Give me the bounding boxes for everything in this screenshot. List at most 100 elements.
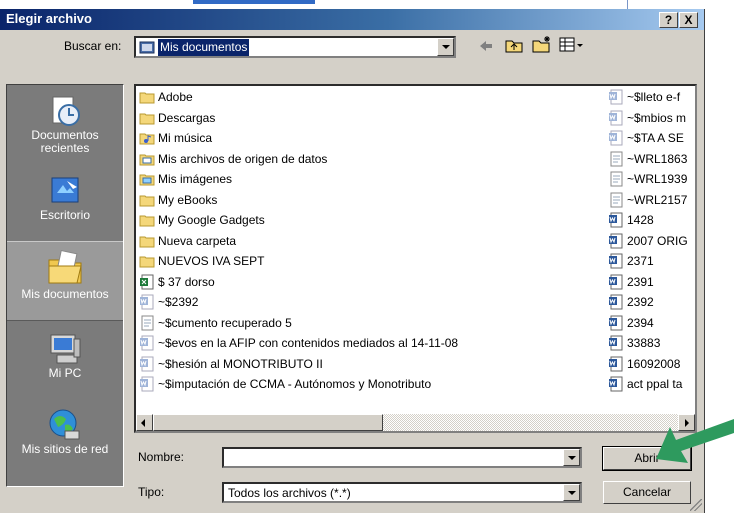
background-divider [627, 0, 628, 9]
file-item[interactable]: My eBooks [139, 191, 599, 209]
file-item[interactable]: ~$cumento recuperado 5 [139, 314, 599, 332]
file-name: 33883 [627, 336, 661, 350]
view-menu-icon[interactable] [559, 37, 585, 53]
title-bar[interactable]: Elegir archivo ? X [0, 9, 704, 30]
resize-grip[interactable] [690, 499, 702, 511]
folder-icon [139, 256, 155, 268]
folder-icon [139, 92, 155, 104]
place-my-documents[interactable]: Mis documentos [7, 241, 123, 321]
file-name: 2007 ORIG [627, 233, 688, 248]
scrollbar-thumb[interactable] [153, 414, 383, 431]
file-name: ~$cumento recuperado 5 [158, 315, 292, 330]
file-name: ~$imputación de CCMA - Autónomos y Monot… [158, 377, 432, 391]
close-button[interactable]: X [679, 12, 698, 28]
file-item[interactable]: 1428 [608, 211, 695, 229]
file-name: ~$hesión al MONOTRIBUTO II [158, 356, 323, 371]
file-item[interactable]: act ppal ta [608, 375, 695, 393]
file-name: 16092008 [627, 356, 681, 371]
file-item[interactable]: 2392 [608, 293, 695, 311]
file-list[interactable]: Adobe Descargas Mi música Mis archivos de o… [134, 84, 697, 433]
folder-icon [139, 215, 155, 227]
filename-dropdown-arrow[interactable] [563, 449, 580, 466]
file-item[interactable]: 2394 [608, 314, 695, 332]
file-name: ~$lleto e-f [627, 90, 681, 104]
places-bar: Documentos recientes Escritorio Mis docu… [6, 84, 124, 487]
text-icon [610, 192, 623, 207]
file-name: ~$evos en la AFIP con contenidos mediado… [158, 336, 459, 350]
filetype-dropdown[interactable]: Todos los archivos (*.*) [222, 482, 582, 503]
desktop-icon [51, 177, 79, 203]
file-name: ~WRL1863 [627, 151, 688, 166]
my-documents-small-icon [139, 41, 155, 54]
place-recent-documents[interactable]: Documentos recientes [7, 93, 123, 165]
cancel-button[interactable]: Cancelar [603, 481, 691, 504]
dialog-title: Elegir archivo [6, 11, 92, 26]
file-name: 2391 [627, 274, 654, 289]
file-name: 2394 [627, 315, 654, 330]
back-arrow-icon[interactable] [478, 39, 494, 53]
file-item[interactable]: ~$hesión al MONOTRIBUTO II [139, 355, 599, 373]
file-item[interactable]: 2371 [608, 252, 695, 270]
file-name: Mis imágenes [158, 172, 233, 186]
file-item[interactable]: ~WRL1939 [608, 170, 695, 188]
file-name: Mis archivos de origen de datos [158, 151, 328, 166]
file-item[interactable]: Mis archivos de origen de datos [139, 150, 599, 168]
file-name: act ppal ta [627, 377, 683, 391]
file-item[interactable]: Adobe [139, 88, 599, 106]
file-item[interactable]: 33883 [608, 334, 695, 352]
place-desktop[interactable]: Escritorio [7, 173, 123, 233]
help-button[interactable]: ? [659, 12, 678, 28]
file-item[interactable]: Nueva carpeta [139, 232, 599, 250]
file-item[interactable]: NUEVOS IVA SEPT [139, 252, 599, 270]
file-name: Adobe [158, 90, 193, 104]
up-folder-icon[interactable] [505, 37, 523, 53]
file-item[interactable]: ~$imputación de CCMA - Autónomos y Monot… [139, 375, 599, 393]
file-name: 2392 [627, 295, 654, 309]
word-icon [609, 294, 623, 310]
filename-input[interactable] [222, 447, 582, 468]
music-folder-icon [139, 133, 155, 145]
file-name: NUEVOS IVA SEPT [158, 254, 265, 268]
horizontal-scrollbar[interactable] [136, 414, 695, 431]
word-icon [609, 253, 623, 269]
file-name: $ 37 dorso [158, 274, 215, 289]
text-icon [610, 151, 623, 166]
file-name: ~WRL1939 [627, 172, 688, 186]
scroll-left-button[interactable] [136, 414, 153, 431]
data-folder-icon [139, 154, 155, 165]
recent-documents-icon [52, 96, 80, 126]
file-item[interactable]: ~WRL1863 [608, 150, 695, 168]
filetype-dropdown-arrow[interactable] [563, 484, 580, 501]
file-item[interactable]: ~$lleto e-f [608, 88, 695, 106]
file-item[interactable]: Mis imágenes [139, 170, 599, 188]
file-item[interactable]: Mi música [139, 129, 599, 147]
word-icon [609, 212, 623, 228]
file-name: Descargas [158, 110, 216, 125]
file-item[interactable]: ~$mbios m [608, 109, 695, 127]
file-item[interactable]: 2007 ORIG [608, 232, 695, 250]
word-icon [609, 233, 623, 248]
file-name: Nueva carpeta [158, 233, 237, 248]
file-item[interactable]: ~$evos en la AFIP con contenidos mediado… [139, 334, 599, 352]
file-name: ~WRL2157 [627, 192, 688, 207]
lookin-dropdown[interactable]: Mis documentos [134, 36, 456, 58]
file-item[interactable]: ~WRL2157 [608, 191, 695, 209]
file-item[interactable]: 2391 [608, 273, 695, 291]
file-item[interactable]: $ 37 dorso [139, 273, 599, 291]
place-my-computer[interactable]: Mi PC [7, 331, 123, 397]
word-icon [609, 356, 623, 371]
lookin-dropdown-arrow[interactable] [437, 38, 454, 56]
background-window-strip [0, 0, 736, 9]
place-label: Mis documentos [21, 287, 109, 301]
file-item[interactable]: My Google Gadgets [139, 211, 599, 229]
my-computer-icon [50, 334, 81, 364]
lookin-label: Buscar en: [64, 39, 122, 53]
file-item[interactable]: 16092008 [608, 355, 695, 373]
background-tab [193, 0, 315, 4]
filetype-label: Tipo: [138, 485, 165, 499]
file-item[interactable]: ~$TA A SE [608, 129, 695, 147]
new-folder-icon[interactable] [532, 35, 552, 53]
file-item[interactable]: ~$2392 [139, 293, 599, 311]
place-network[interactable]: Mis sitios de red [7, 407, 123, 477]
file-item[interactable]: Descargas [139, 109, 599, 127]
